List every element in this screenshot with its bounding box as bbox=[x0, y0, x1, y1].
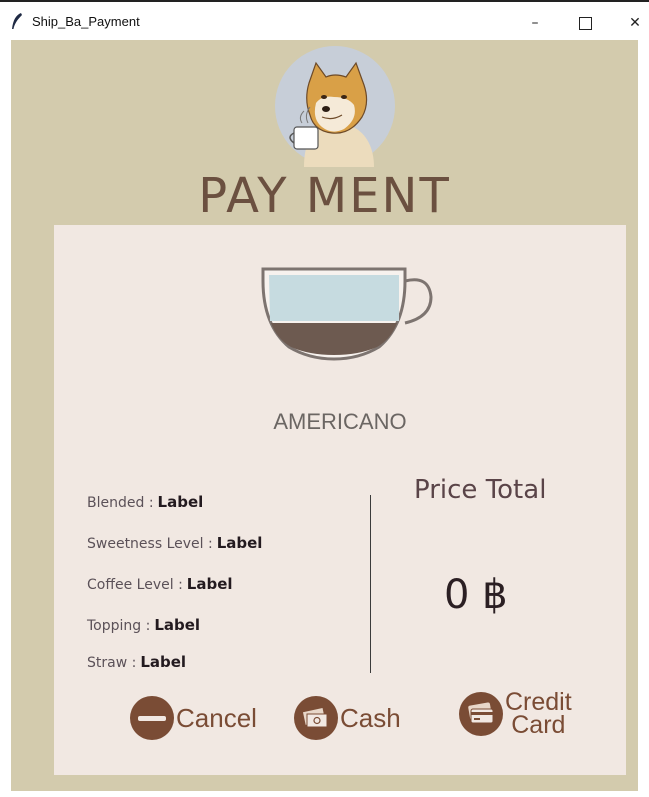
option-row-straw: Straw : Label bbox=[87, 653, 186, 671]
option-row-coffee-level: Coffee Level : Label bbox=[87, 575, 233, 593]
page-title: PAY MENT bbox=[198, 168, 451, 224]
option-label: Topping : bbox=[87, 618, 151, 634]
feather-icon bbox=[12, 13, 22, 29]
close-icon: ✕ bbox=[629, 15, 641, 31]
window-titlebar: Ship_Ba_Payment – ✕ bbox=[0, 0, 649, 40]
maximize-icon bbox=[578, 16, 592, 30]
option-label: Coffee Level : bbox=[87, 577, 183, 593]
cancel-button[interactable]: Cancel bbox=[130, 695, 257, 741]
option-value: Label bbox=[157, 493, 204, 511]
window-bottom-edge bbox=[0, 791, 649, 797]
option-value: Label bbox=[154, 616, 201, 634]
option-row-sweetness: Sweetness Level : Label bbox=[87, 534, 262, 552]
shiba-coffee-avatar-icon bbox=[275, 46, 395, 167]
price-total-label: Price Total bbox=[414, 475, 547, 505]
order-summary-card: AMERICANO Blended : Label Sweetness Level… bbox=[54, 225, 626, 775]
maximize-button[interactable] bbox=[562, 8, 608, 38]
option-row-topping: Topping : Label bbox=[87, 616, 200, 634]
option-row-blended: Blended : Label bbox=[87, 493, 203, 511]
credit-card-label: Credit Card bbox=[505, 690, 572, 739]
option-value: Label bbox=[186, 575, 233, 593]
window-title: Ship_Ba_Payment bbox=[32, 14, 140, 29]
minimize-button[interactable]: – bbox=[512, 8, 558, 38]
option-label: Straw : bbox=[87, 655, 137, 671]
minus-circle-icon bbox=[130, 696, 174, 740]
price-total-value: 0 ฿ bbox=[444, 572, 508, 618]
option-value: Label bbox=[140, 653, 187, 671]
divider bbox=[370, 495, 371, 673]
minimize-icon: – bbox=[531, 15, 539, 31]
credit-label-line2: Card bbox=[511, 711, 566, 739]
option-value: Label bbox=[216, 534, 263, 552]
credit-card-icon bbox=[459, 692, 503, 736]
cash-button[interactable]: Cash bbox=[294, 695, 401, 741]
cancel-label: Cancel bbox=[176, 702, 257, 733]
product-name: AMERICANO bbox=[273, 409, 407, 434]
cash-icon bbox=[294, 696, 338, 740]
coffee-cup-icon bbox=[261, 267, 433, 361]
option-label: Sweetness Level : bbox=[87, 536, 213, 552]
option-label: Blended : bbox=[87, 495, 154, 511]
credit-card-button[interactable]: Credit Card bbox=[459, 690, 572, 739]
payment-window-body: PAY MENT AMERICANO Blended : Label Sweetn… bbox=[11, 40, 638, 791]
close-button[interactable]: ✕ bbox=[612, 8, 649, 38]
cash-label: Cash bbox=[340, 702, 401, 733]
